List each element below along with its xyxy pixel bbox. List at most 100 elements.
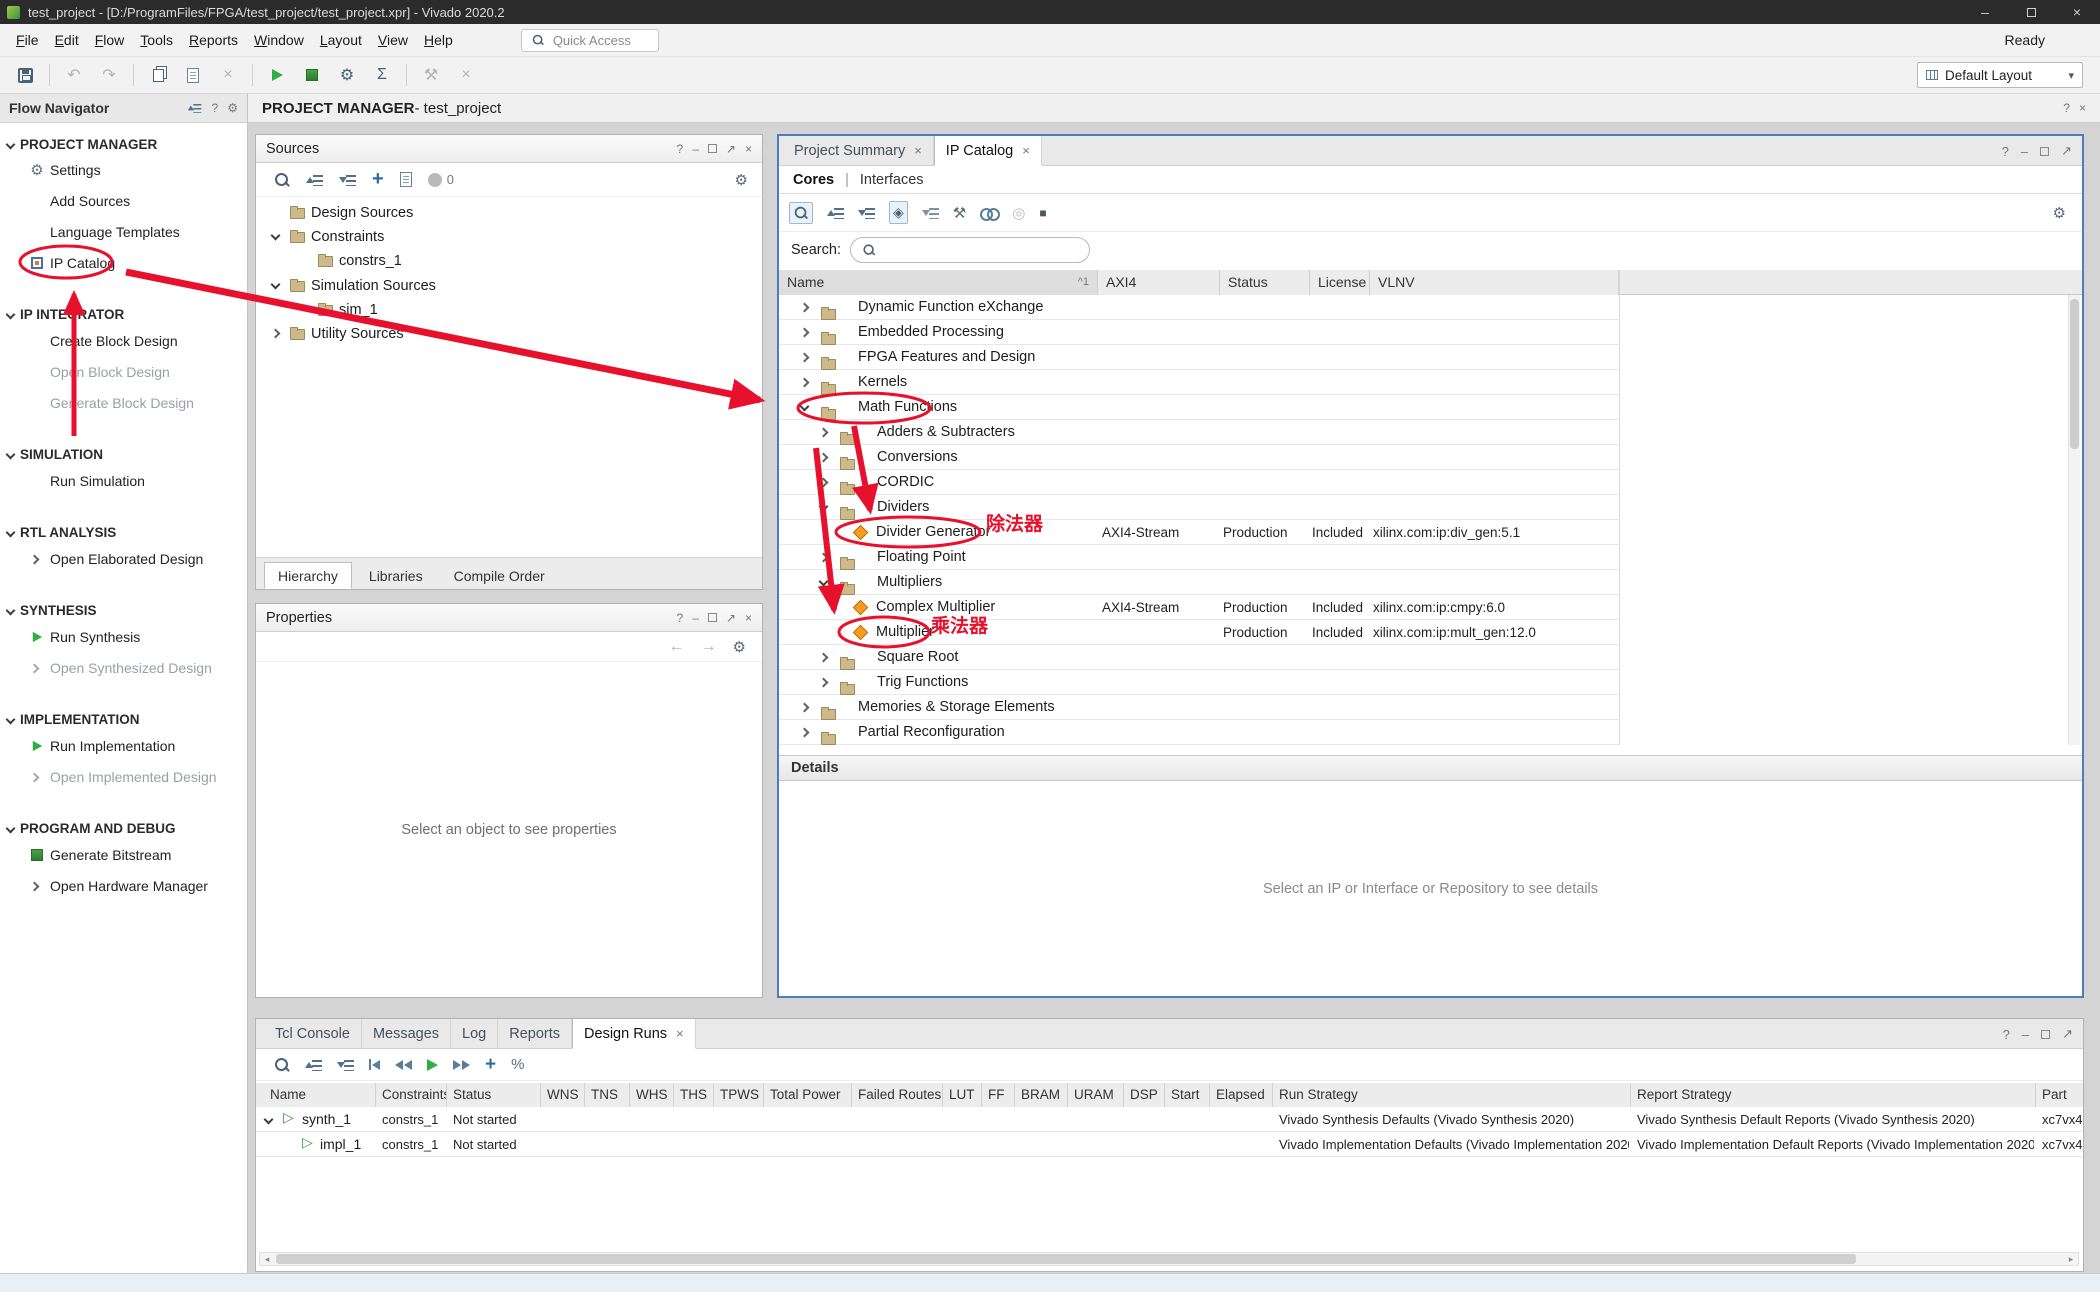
- minimize-button[interactable]: –: [1962, 0, 2008, 24]
- expand-all-icon[interactable]: [337, 1059, 354, 1071]
- run-row-impl-1[interactable]: ▷ impl_1 constrs_1 Not started Vivado Im…: [256, 1132, 2083, 1157]
- column-header[interactable]: Elapsed: [1210, 1083, 1273, 1107]
- chevron-right-icon[interactable]: [819, 428, 829, 438]
- menu-flow[interactable]: Flow: [87, 32, 133, 48]
- collapse-all-icon[interactable]: [187, 103, 201, 113]
- nav-item-run-implementation[interactable]: Run Implementation: [0, 732, 247, 760]
- column-header[interactable]: TPWS: [714, 1083, 764, 1107]
- column-header[interactable]: Part: [2036, 1083, 2083, 1107]
- column-header[interactable]: URAM: [1068, 1083, 1124, 1107]
- first-run-icon[interactable]: [369, 1059, 380, 1070]
- tree-item-sim-1[interactable]: sim_1: [256, 298, 378, 322]
- close-icon[interactable]: ×: [676, 1026, 684, 1041]
- column-header[interactable]: Report Strategy: [1631, 1083, 2036, 1107]
- run-row-synth-1[interactable]: ▷ synth_1 constrs_1 Not started Vivado S…: [256, 1107, 2083, 1132]
- column-header[interactable]: Failed Routes: [852, 1083, 943, 1107]
- collapse-all-icon[interactable]: [305, 1059, 322, 1071]
- gear-icon[interactable]: ⚙: [227, 101, 238, 115]
- hierarchy-view-icon[interactable]: [922, 207, 939, 219]
- edit-icon[interactable]: ⚒: [420, 64, 442, 86]
- column-header-name[interactable]: Name^1: [779, 270, 1098, 295]
- gear-icon[interactable]: ⚙: [735, 171, 748, 189]
- help-icon[interactable]: ?: [677, 611, 684, 625]
- ip-row-dividers[interactable]: Dividers: [779, 495, 1619, 520]
- maximize-icon[interactable]: [708, 613, 717, 622]
- tab-design-runs[interactable]: Design Runs×: [572, 1019, 696, 1049]
- ip-search-input[interactable]: [883, 243, 1053, 258]
- menu-reports[interactable]: Reports: [181, 32, 246, 48]
- nav-item-open-implemented-design[interactable]: Open Implemented Design: [0, 763, 247, 791]
- nav-item-open-synthesized-design[interactable]: Open Synthesized Design: [0, 654, 247, 682]
- ip-row-math-functions[interactable]: Math Functions: [779, 395, 1619, 420]
- minimize-icon[interactable]: –: [2022, 1027, 2029, 1042]
- ip-row-square-root[interactable]: Square Root: [779, 645, 1619, 670]
- float-icon[interactable]: ↗: [726, 142, 736, 156]
- cancel-icon[interactable]: ×: [455, 64, 477, 86]
- chevron-right-icon[interactable]: [800, 328, 810, 338]
- maximize-icon[interactable]: [2041, 1030, 2050, 1039]
- chevron-right-icon[interactable]: [800, 703, 810, 713]
- search-icon[interactable]: [274, 172, 290, 188]
- tab-reports[interactable]: Reports: [498, 1019, 572, 1048]
- create-runs-icon[interactable]: +: [485, 1054, 496, 1076]
- nav-item-open-block-design[interactable]: Open Block Design: [0, 358, 247, 386]
- column-header[interactable]: Run Strategy: [1273, 1083, 1631, 1107]
- tab-log[interactable]: Log: [451, 1019, 498, 1048]
- maximize-icon[interactable]: [2040, 147, 2049, 156]
- tab-project-summary[interactable]: Project Summary×: [783, 136, 934, 165]
- nav-item-run-synthesis[interactable]: Run Synthesis: [0, 623, 247, 651]
- close-icon[interactable]: ×: [1022, 143, 1030, 158]
- chevron-down-icon[interactable]: [819, 577, 829, 587]
- delete-icon[interactable]: ×: [217, 64, 239, 86]
- target-icon[interactable]: ◎: [1012, 204, 1025, 222]
- close-icon[interactable]: ×: [914, 143, 922, 158]
- back-icon[interactable]: ←: [669, 638, 685, 656]
- menu-tools[interactable]: Tools: [132, 32, 181, 48]
- tree-item-constrs-1[interactable]: constrs_1: [256, 249, 402, 273]
- section-synthesis[interactable]: SYNTHESIS: [0, 596, 247, 624]
- tab-messages[interactable]: Messages: [362, 1019, 451, 1048]
- nav-item-create-block-design[interactable]: Create Block Design: [0, 327, 247, 355]
- column-header[interactable]: FF: [982, 1083, 1015, 1107]
- step-back-icon[interactable]: [395, 1060, 412, 1070]
- minimize-icon[interactable]: –: [692, 142, 699, 156]
- tree-item-design-sources[interactable]: Design Sources: [256, 201, 413, 225]
- tab-ip-catalog[interactable]: IP Catalog×: [934, 136, 1042, 166]
- undo-icon[interactable]: ↶: [63, 64, 85, 86]
- ip-row-cordic[interactable]: CORDIC: [779, 470, 1619, 495]
- nav-item-open-hardware-manager[interactable]: Open Hardware Manager: [0, 872, 247, 900]
- ip-search-box[interactable]: [850, 237, 1090, 263]
- ip-row-multiplier[interactable]: MultiplierProductionIncludedxilinx.com:i…: [779, 620, 1619, 645]
- subtab-interfaces[interactable]: Interfaces: [860, 172, 924, 188]
- subtab-cores[interactable]: Cores: [793, 172, 834, 188]
- nav-item-open-elaborated-design[interactable]: Open Elaborated Design: [0, 545, 247, 573]
- ip-row-memories-storage[interactable]: Memories & Storage Elements: [779, 695, 1619, 720]
- quick-access-search[interactable]: Quick Access: [521, 29, 659, 52]
- chevron-right-icon[interactable]: [819, 678, 829, 688]
- horizontal-scrollbar[interactable]: ◂ ▸: [259, 1252, 2079, 1266]
- nav-item-ip-catalog[interactable]: IP Catalog: [0, 249, 247, 277]
- chevron-right-icon[interactable]: [800, 378, 810, 388]
- close-icon[interactable]: ×: [745, 142, 752, 156]
- ip-row-kernels[interactable]: Kernels: [779, 370, 1619, 395]
- ip-row-trig-functions[interactable]: Trig Functions: [779, 670, 1619, 695]
- menu-view[interactable]: View: [370, 32, 416, 48]
- tab-hierarchy[interactable]: Hierarchy: [264, 562, 352, 589]
- step-forward-icon[interactable]: [453, 1060, 470, 1070]
- customize-wrench-icon[interactable]: ⚒: [953, 204, 966, 222]
- nav-item-generate-block-design[interactable]: Generate Block Design: [0, 389, 247, 417]
- column-header[interactable]: Status: [447, 1083, 541, 1107]
- close-button[interactable]: ×: [2054, 0, 2100, 24]
- paste-icon[interactable]: [182, 64, 204, 86]
- scroll-right-icon[interactable]: ▸: [2065, 1254, 2077, 1265]
- column-header[interactable]: THS: [674, 1083, 714, 1107]
- program-device-icon[interactable]: [301, 64, 323, 86]
- float-icon[interactable]: ↗: [726, 611, 736, 625]
- ip-row-adders-subtracters[interactable]: Adders & Subtracters: [779, 420, 1619, 445]
- nav-item-settings[interactable]: ⚙Settings: [0, 156, 247, 184]
- maximize-button[interactable]: [2008, 0, 2054, 24]
- chevron-right-icon[interactable]: [800, 303, 810, 313]
- menu-file[interactable]: File: [8, 32, 47, 48]
- copy-icon[interactable]: [147, 64, 169, 86]
- chevron-down-icon[interactable]: [800, 402, 810, 412]
